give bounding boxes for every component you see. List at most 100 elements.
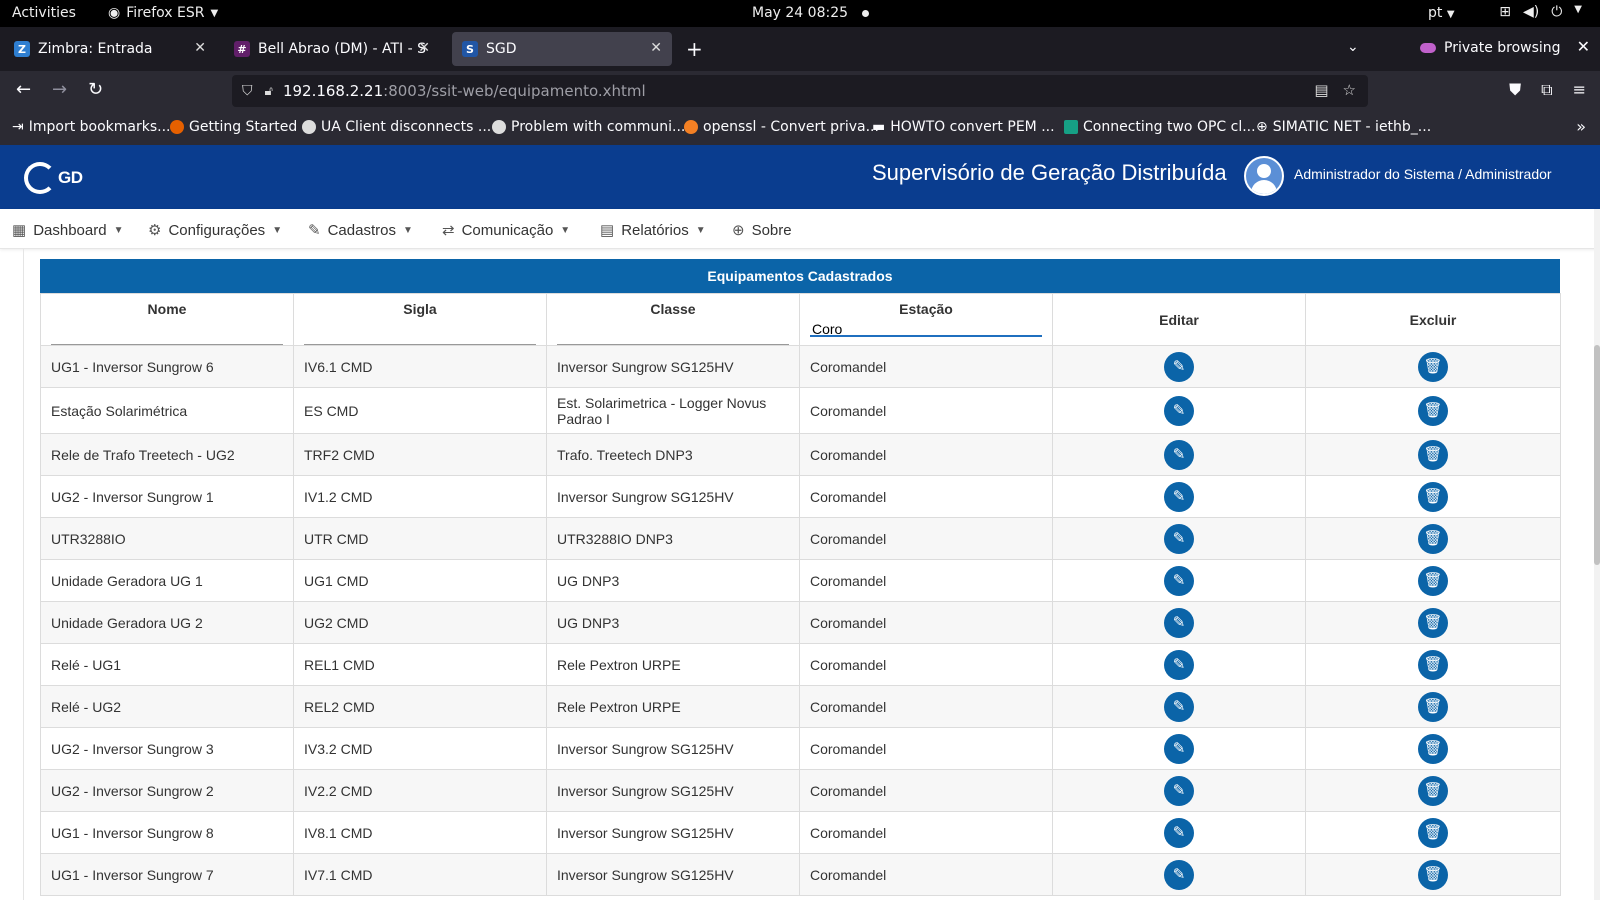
column-header-sigla[interactable]: Sigla xyxy=(293,293,547,346)
edit-pencil-icon[interactable]: ✎ xyxy=(1164,859,1194,890)
delete-trash-icon[interactable]: 🗑︎ xyxy=(1418,395,1448,426)
edit-pencil-icon[interactable]: ✎ xyxy=(1164,523,1194,554)
reader-view-icon[interactable]: ▤ xyxy=(1314,81,1328,99)
filter-input-estacao[interactable]: Coro xyxy=(810,321,1042,337)
bookmark-item[interactable]: ⊕ SIMATIC NET - iethb_... xyxy=(1256,119,1431,135)
close-icon[interactable]: ✕ xyxy=(418,40,430,56)
table-row[interactable]: Unidade Geradora UG 1 UG1 CMD UG DNP3 Corom… xyxy=(40,559,1561,602)
url-bar[interactable]: ⛉ 🔓︎ 192.168.2.21:8003/ssit-web/equipame… xyxy=(232,75,1368,107)
column-header-estacao[interactable]: Estação Coro xyxy=(799,293,1053,346)
user-name[interactable]: Administrador do Sistema / Administrador xyxy=(1294,166,1552,182)
user-avatar[interactable] xyxy=(1244,156,1284,196)
delete-trash-icon[interactable]: 🗑︎ xyxy=(1418,607,1448,638)
language-indicator[interactable]: pt ▼ xyxy=(1428,5,1455,21)
delete-trash-icon[interactable]: 🗑︎ xyxy=(1418,439,1448,470)
extensions-icon[interactable]: ⧉ xyxy=(1541,80,1552,100)
delete-trash-icon[interactable]: 🗑︎ xyxy=(1418,351,1448,382)
filter-input-nome[interactable] xyxy=(51,331,283,345)
new-tab-button[interactable]: + xyxy=(686,37,703,61)
edit-pencil-icon[interactable]: ✎ xyxy=(1164,565,1194,596)
clock[interactable]: May 24 08:25 xyxy=(752,5,848,21)
delete-trash-icon[interactable]: 🗑︎ xyxy=(1418,523,1448,554)
table-row[interactable]: UG1 - Inversor Sungrow 8 IV8.1 CMD Inverso… xyxy=(40,811,1561,854)
edit-pencil-icon[interactable]: ✎ xyxy=(1164,351,1194,382)
table-row[interactable]: Estação Solarimétrica ES CMD Est. Solarime… xyxy=(40,387,1561,434)
table-row[interactable]: Relé - UG2 REL2 CMD Rele Pextron URPE Corom… xyxy=(40,685,1561,728)
edit-pencil-icon[interactable]: ✎ xyxy=(1164,481,1194,512)
app-menu[interactable]: ◉ Firefox ESR ▼ xyxy=(108,5,218,21)
bookmark-item[interactable]: Connecting two OPC cl... xyxy=(1064,119,1256,135)
table-row[interactable]: UG2 - Inversor Sungrow 1 IV1.2 CMD Inverso… xyxy=(40,475,1561,518)
table-row[interactable]: UG1 - Inversor Sungrow 6 IV6.1 CMD Inverso… xyxy=(40,345,1561,388)
page-scrollbar-thumb[interactable] xyxy=(1594,345,1600,565)
tab-slack[interactable]: # Bell Abrao (DM) - ATI - Sl ✕ xyxy=(224,32,440,66)
cell-classe: Est. Solarimetrica - Logger Novus Padrao… xyxy=(546,387,800,434)
window-close-button[interactable]: ✕ xyxy=(1577,37,1590,56)
pocket-icon[interactable]: ⛊ xyxy=(1509,80,1521,100)
bookmark-item[interactable]: Getting Started xyxy=(170,119,297,135)
delete-trash-icon[interactable]: 🗑︎ xyxy=(1418,481,1448,512)
filter-input-classe[interactable] xyxy=(557,331,789,345)
delete-trash-icon[interactable]: 🗑︎ xyxy=(1418,691,1448,722)
cell-nome: UG1 - Inversor Sungrow 6 xyxy=(40,345,294,388)
bookmark-item[interactable]: openssl - Convert priva... xyxy=(684,119,879,135)
bookmark-item[interactable]: ⇥ Import bookmarks... xyxy=(12,119,171,135)
reload-button[interactable]: ↻ xyxy=(88,79,103,100)
firefox-icon xyxy=(170,120,184,134)
table-row[interactable]: Unidade Geradora UG 2 UG2 CMD UG DNP3 Corom… xyxy=(40,601,1561,644)
lock-icon[interactable]: 🔓︎ xyxy=(265,84,273,99)
back-button[interactable]: ← xyxy=(16,79,31,100)
hamburger-menu-icon[interactable]: ≡ xyxy=(1573,80,1586,100)
table-row[interactable]: UG1 - Inversor Sungrow 7 IV7.1 CMD Inverso… xyxy=(40,853,1561,896)
cell-classe: Rele Pextron URPE xyxy=(546,685,800,728)
menu-comunicacao[interactable]: ⇄ Comunicação ▼ xyxy=(442,221,570,240)
sgd-logo[interactable]: GD xyxy=(24,162,83,194)
table-row[interactable]: Relé - UG1 REL1 CMD Rele Pextron URPE Corom… xyxy=(40,643,1561,686)
menu-relatorios[interactable]: ▤ Relatórios ▼ xyxy=(600,221,706,240)
edit-pencil-icon[interactable]: ✎ xyxy=(1164,817,1194,848)
tab-zimbra[interactable]: Z Zimbra: Entrada ✕ xyxy=(4,32,216,66)
delete-trash-icon[interactable]: 🗑︎ xyxy=(1418,733,1448,764)
bookmark-item[interactable]: Problem with communi... xyxy=(492,119,685,135)
edit-pencil-icon[interactable]: ✎ xyxy=(1164,649,1194,680)
tab-bar: Z Zimbra: Entrada ✕ # Bell Abrao (DM) - … xyxy=(0,27,1600,71)
menu-cadastros[interactable]: ✎ Cadastros ▼ xyxy=(308,221,413,240)
column-header-classe[interactable]: Classe xyxy=(546,293,800,346)
delete-trash-icon[interactable]: 🗑︎ xyxy=(1418,859,1448,890)
list-all-tabs-button[interactable]: ⌄ xyxy=(1347,39,1359,55)
delete-trash-icon[interactable]: 🗑︎ xyxy=(1418,649,1448,680)
column-header-nome[interactable]: Nome xyxy=(40,293,294,346)
edit-pencil-icon[interactable]: ✎ xyxy=(1164,607,1194,638)
edit-pencil-icon[interactable]: ✎ xyxy=(1164,439,1194,470)
bookmarks-overflow-icon[interactable]: » xyxy=(1576,117,1586,136)
bookmark-star-icon[interactable]: ☆ xyxy=(1343,81,1356,99)
close-icon[interactable]: ✕ xyxy=(194,40,206,56)
table-row[interactable]: Rele de Trafo Treetech - UG2 TRF2 CMD Traf… xyxy=(40,433,1561,476)
shield-icon[interactable]: ⛉ xyxy=(242,83,253,99)
edit-pencil-icon[interactable]: ✎ xyxy=(1164,691,1194,722)
menu-configuracoes[interactable]: ⚙ Configurações ▼ xyxy=(148,221,282,240)
edit-pencil-icon[interactable]: ✎ xyxy=(1164,733,1194,764)
filter-input-sigla[interactable] xyxy=(304,331,536,345)
cell-classe: Inversor Sungrow SG125HV xyxy=(546,769,800,812)
table-row[interactable]: UTR3288IO UTR CMD UTR3288IO DNP3 Coromandel… xyxy=(40,517,1561,560)
menu-dashboard[interactable]: ▦ Dashboard ▼ xyxy=(12,221,123,240)
column-header-editar: Editar xyxy=(1052,293,1306,346)
menu-sobre[interactable]: ⊕ Sobre xyxy=(732,221,792,240)
cell-editar: ✎ xyxy=(1052,811,1306,854)
bookmark-item[interactable]: UA Client disconnects ... xyxy=(302,119,491,135)
cell-editar: ✎ xyxy=(1052,433,1306,476)
forward-button[interactable]: → xyxy=(52,79,67,100)
table-row[interactable]: UG2 - Inversor Sungrow 2 IV2.2 CMD Inverso… xyxy=(40,769,1561,812)
delete-trash-icon[interactable]: 🗑︎ xyxy=(1418,817,1448,848)
delete-trash-icon[interactable]: 🗑︎ xyxy=(1418,565,1448,596)
edit-pencil-icon[interactable]: ✎ xyxy=(1164,775,1194,806)
table-row[interactable]: UG2 - Inversor Sungrow 3 IV3.2 CMD Inverso… xyxy=(40,727,1561,770)
tab-sgd[interactable]: S SGD ✕ xyxy=(452,32,672,66)
bookmark-item[interactable]: ▬ HOWTO convert PEM ... xyxy=(872,119,1055,135)
close-icon[interactable]: ✕ xyxy=(650,40,662,56)
activities-button[interactable]: Activities xyxy=(12,5,76,21)
system-tray[interactable]: ⊞ ◀) ⏻ ▼ xyxy=(1499,4,1582,20)
delete-trash-icon[interactable]: 🗑︎ xyxy=(1418,775,1448,806)
edit-pencil-icon[interactable]: ✎ xyxy=(1164,395,1194,426)
